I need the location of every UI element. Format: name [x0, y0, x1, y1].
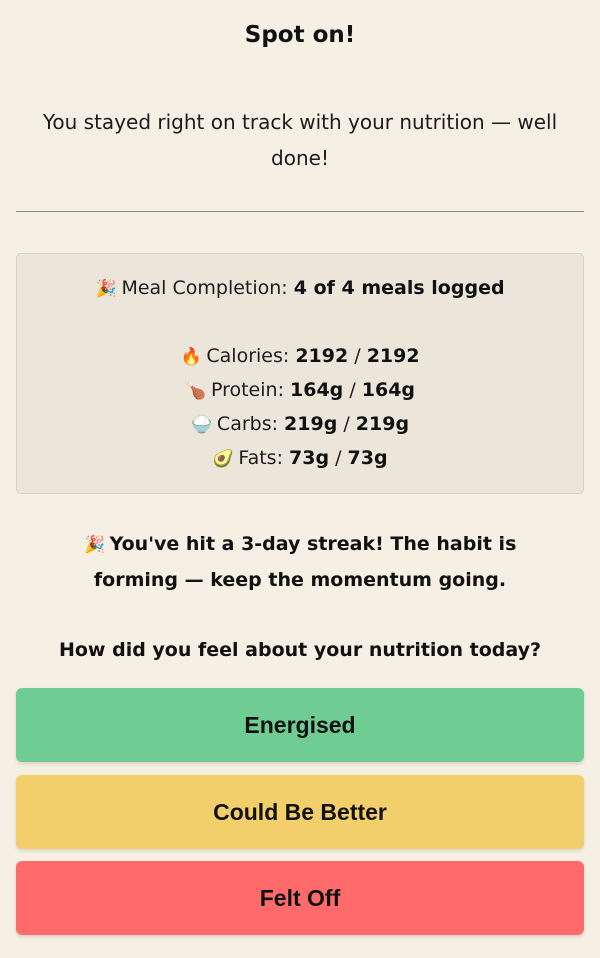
avocado-icon: 🥑: [212, 449, 234, 469]
fire-icon: 🔥: [180, 347, 202, 367]
calories-label: Calories:: [206, 345, 296, 367]
fats-row: 🥑 Fats: 73g / 73g: [17, 441, 583, 476]
carbs-separator: /: [337, 413, 356, 435]
divider: [16, 211, 584, 212]
feedback-question: How did you feel about your nutrition to…: [58, 639, 542, 661]
protein-label: Protein:: [210, 379, 291, 401]
page-title: Spot on!: [244, 22, 356, 48]
calories-row: 🔥 Calories: 2192 / 2192: [17, 339, 583, 374]
streak-message: 🎉 You've hit a 3-day streak! The habit is…: [40, 527, 560, 598]
fats-label: Fats:: [238, 447, 290, 469]
calories-actual: 2192: [295, 345, 349, 367]
protein-row: 🍗 Protein: 164g / 164g: [17, 373, 583, 408]
fats-target: 73g: [347, 447, 388, 469]
poultry-leg-icon: 🍗: [185, 381, 207, 401]
calories-target: 2192: [366, 345, 420, 367]
party-popper-icon: 🎉: [95, 279, 118, 299]
protein-actual: 164g: [290, 379, 344, 401]
fats-separator: /: [329, 447, 348, 469]
fats-actual: 73g: [289, 447, 330, 469]
meal-completion-value: 4 of 4 meals logged: [293, 277, 505, 299]
result-message: You stayed right on track with your nutr…: [42, 110, 558, 170]
meal-completion-label: Meal Completion:: [121, 277, 294, 299]
calories-separator: /: [348, 345, 367, 367]
felt-off-button[interactable]: Felt Off: [16, 861, 584, 935]
nutrition-summary-page: Spot on! You stayed right on track with …: [0, 0, 600, 958]
rice-bowl-icon: 🍚: [191, 415, 213, 435]
party-popper-icon: 🎉: [84, 535, 106, 555]
protein-target: 164g: [361, 379, 416, 401]
carbs-label: Carbs:: [216, 413, 285, 435]
carbs-actual: 219g: [284, 413, 338, 435]
meal-completion-row: 🎉 Meal Completion: 4 of 4 meals logged: [17, 271, 583, 306]
streak-text: You've hit a 3-day streak! The habit is …: [93, 533, 517, 591]
nutrition-summary-card: 🎉 Meal Completion: 4 of 4 meals logged 🔥 C…: [16, 253, 584, 494]
could-be-better-button[interactable]: Could Be Better: [16, 775, 584, 849]
carbs-row: 🍚 Carbs: 219g / 219g: [17, 407, 583, 442]
carbs-target: 219g: [355, 413, 410, 435]
energised-button[interactable]: Energised: [16, 688, 584, 762]
protein-separator: /: [343, 379, 362, 401]
